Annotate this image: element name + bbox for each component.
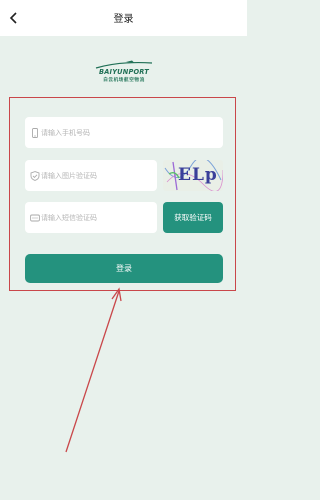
message-icon	[30, 214, 40, 221]
captcha-image[interactable]: ELp	[163, 160, 223, 191]
captcha-text: ELp	[178, 165, 218, 185]
logo-wordmark: BAIYUNPORT	[99, 68, 149, 76]
top-bar: 登录	[0, 0, 247, 36]
sms-code-input[interactable]	[41, 202, 153, 233]
phone-field[interactable]	[25, 117, 223, 148]
image-code-input[interactable]	[41, 160, 153, 191]
sms-code-field[interactable]	[25, 202, 157, 233]
shield-check-icon	[30, 170, 40, 181]
phone-icon	[32, 127, 38, 138]
logo-subtitle: 白云机场航空物流	[103, 78, 145, 83]
login-button[interactable]: 登录	[25, 254, 223, 283]
page-title: 登录	[113, 14, 134, 25]
get-sms-code-button[interactable]: 获取验证码	[163, 202, 223, 233]
image-code-field[interactable]	[25, 160, 157, 191]
phone-input[interactable]	[41, 117, 219, 148]
brand-logo: BAIYUNPORT 白云机场航空物流	[90, 60, 158, 86]
